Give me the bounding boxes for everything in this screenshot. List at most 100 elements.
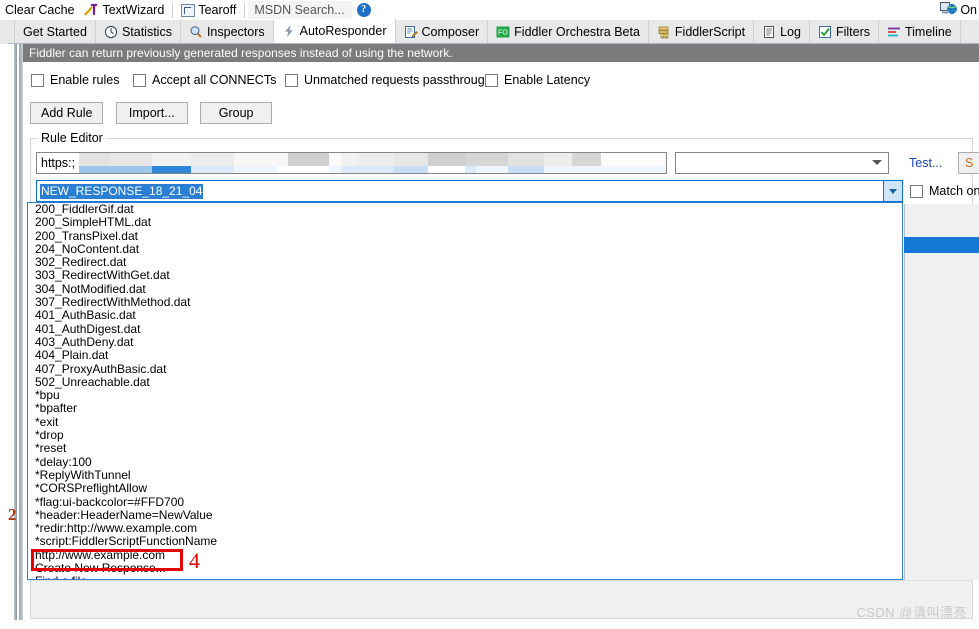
annotation-number-4: 4 [189,548,200,573]
list-item[interactable]: 200_FiddlerGif.dat [28,203,902,216]
test-link[interactable]: Test... [909,156,942,170]
clear-cache-button[interactable]: Clear Cache [0,1,79,20]
match-row: https:; [36,152,889,174]
text-wizard-icon [84,3,99,18]
list-item[interactable]: 407_ProxyAuthBasic.dat [28,362,902,376]
tab-log[interactable]: Log [754,20,810,43]
unmatched-passthrough-checkbox[interactable]: Unmatched requests passthrough [285,73,492,87]
group-button[interactable]: Group [200,102,273,124]
tab-timeline-label: Timeline [904,24,952,39]
tab-fiddlerscript-label: FiddlerScript [674,24,746,39]
enable-latency-label: Enable Latency [504,73,591,87]
list-item[interactable]: *bpu [28,388,902,402]
list-item[interactable]: 401_AuthDigest.dat [28,322,902,336]
command-bar-separator-1 [172,2,174,18]
tab-filters-label: Filters [835,24,870,39]
tab-fiddler-orchestra[interactable]: FO Fiddler Orchestra Beta [488,20,649,43]
list-item[interactable]: *reset [28,442,902,456]
tab-fiddlerscript[interactable]: JS FiddlerScript [648,20,755,43]
response-dropdown-list[interactable]: 200_FiddlerGif.dat 200_SimpleHTML.dat 200_… [27,202,903,580]
response-combobox[interactable]: NEW_RESPONSE_18_21_04 [36,180,903,202]
tab-timeline[interactable]: Timeline [878,20,961,43]
rule-editor-group-border-right [100,138,973,139]
tab-statistics-label: Statistics [121,24,172,39]
tab-get-started[interactable]: Get Started [14,20,96,43]
match-url-value: https:; [41,156,76,170]
text-wizard-button[interactable]: TextWizard [79,1,169,20]
options-row: Enable rules Accept all CONNECTs Unmatch… [23,70,973,92]
list-item[interactable]: 307_RedirectWithMethod.dat [28,295,902,309]
list-item[interactable]: 200_SimpleHTML.dat [28,215,902,229]
list-item[interactable]: *delay:100 [28,455,902,469]
command-bar: Clear Cache TextWizard Tearoff MSDN Sear… [0,0,979,20]
enable-rules-label: Enable rules [50,73,120,87]
list-item[interactable]: *exit [28,415,902,429]
main-tab-strip: Get Started Statistics Inspectors AutoRe… [0,19,979,44]
list-item[interactable]: 401_AuthBasic.dat [28,309,902,323]
accept-all-connects-checkbox[interactable]: Accept all CONNECTs [133,73,276,87]
online-indicator[interactable]: On [940,1,977,19]
rule-editor-label: Rule Editor [38,131,106,145]
list-item[interactable]: *CORSPreflightAllow [28,481,902,495]
list-item[interactable]: *header:HeaderName=NewValue [28,508,902,522]
online-label: On [960,3,977,17]
list-item[interactable]: 302_Redirect.dat [28,255,902,269]
list-item[interactable]: 404_Plain.dat [28,348,902,362]
checkbox-box[interactable] [910,184,923,198]
import-button[interactable]: Import... [115,102,188,124]
list-item[interactable]: 200_TransPixel.dat [28,229,902,243]
tab-inspectors[interactable]: Inspectors [180,20,274,43]
tab-composer[interactable]: Composer [395,20,489,43]
add-rule-button[interactable]: Add Rule [30,102,104,124]
tab-statistics[interactable]: Statistics [95,20,181,43]
fiddlerscript-icon: JS [657,25,671,39]
match-only-checkbox[interactable]: Match only [910,184,979,198]
list-item[interactable]: 502_Unreachable.dat [28,375,902,389]
save-button[interactable]: S [958,152,979,174]
chevron-down-icon[interactable] [883,181,902,201]
list-item[interactable]: 304_NotModified.dat [28,282,902,296]
list-item[interactable]: *drop [28,428,902,442]
help-button[interactable]: ? [352,1,376,20]
list-item[interactable]: *redir:http://www.example.com [28,521,902,535]
tab-autoresponder-label: AutoResponder [299,24,387,38]
text-wizard-label: TextWizard [102,3,165,17]
list-item[interactable]: *ReplyWithTunnel [28,468,902,482]
checkbox-box[interactable] [31,73,44,87]
session-list-selected-row[interactable] [904,237,979,253]
list-item[interactable]: 204_NoContent.dat [28,242,902,256]
list-item[interactable]: 303_RedirectWithGet.dat [28,269,902,283]
list-item[interactable]: *bpafter [28,402,902,416]
composer-icon [404,25,418,39]
session-list-panel[interactable] [904,204,979,580]
panel-splitter[interactable] [19,44,23,629]
tearoff-button[interactable]: Tearoff [176,1,241,20]
tab-fiddler-orchestra-label: Fiddler Orchestra Beta [514,24,640,39]
tab-autoresponder[interactable]: AutoResponder [273,19,396,43]
tab-log-label: Log [780,24,801,39]
filters-icon [818,25,832,39]
checkbox-box[interactable] [133,73,146,87]
enable-rules-checkbox[interactable]: Enable rules [31,73,120,87]
list-item[interactable]: *flag:ui-backcolor=#FFD700 [28,495,902,509]
match-only-label: Match only [929,184,979,198]
match-url-input[interactable]: https:; [36,152,667,174]
svg-text:FO: FO [498,29,508,36]
list-item[interactable]: *script:FiddlerScriptFunctionName [28,535,902,549]
match-method-combobox[interactable] [675,152,889,174]
checkbox-box[interactable] [485,73,498,87]
response-value: NEW_RESPONSE_18_21_04 [40,184,204,199]
enable-latency-checkbox[interactable]: Enable Latency [485,73,590,87]
msdn-search-input[interactable]: MSDN Search... [248,1,352,19]
window-left-rail [14,44,17,629]
window-bottom-strip [0,620,979,629]
rule-editor-group-border-left [30,138,38,139]
list-item[interactable]: 403_AuthDeny.dat [28,335,902,349]
tab-inspectors-label: Inspectors [206,24,265,39]
timeline-icon [887,25,901,39]
checkbox-box[interactable] [285,73,298,87]
tab-composer-label: Composer [421,24,480,39]
annotation-highlight-create-new-response [31,549,183,571]
tab-filters[interactable]: Filters [809,20,879,43]
rule-actions-row: Add Rule Import... Group [30,102,281,124]
